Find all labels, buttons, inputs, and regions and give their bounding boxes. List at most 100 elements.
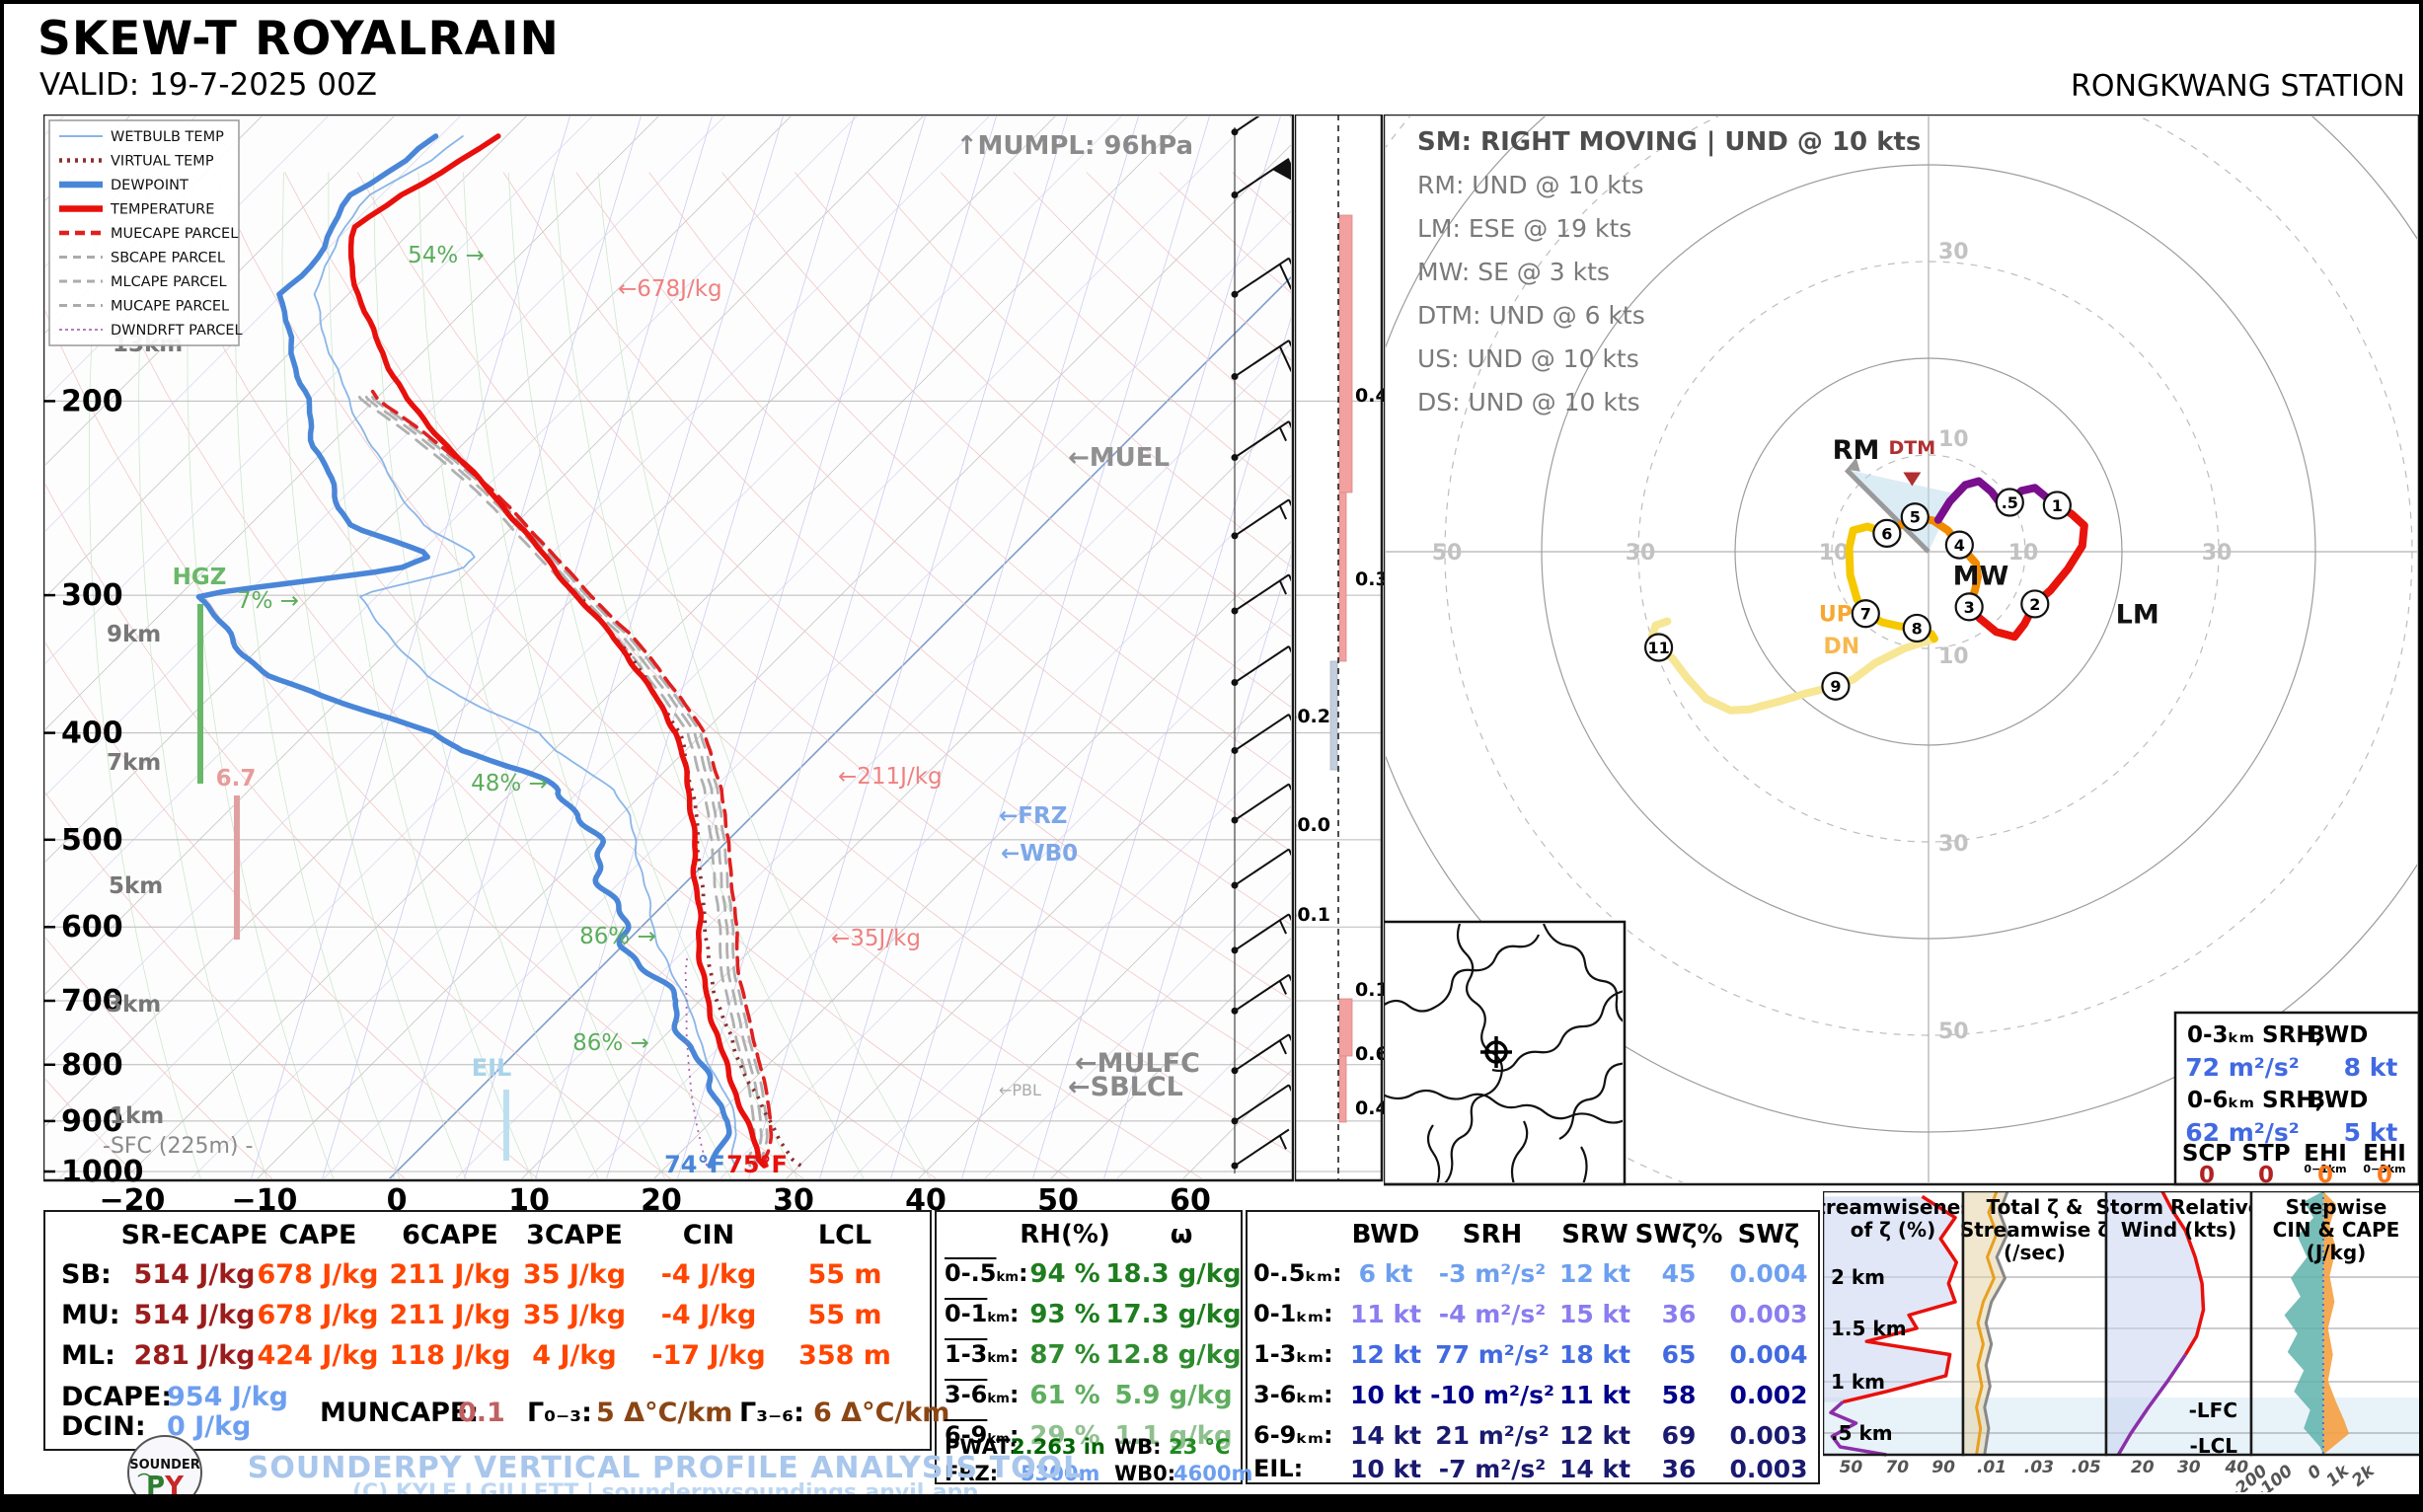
omega-bar (1329, 660, 1338, 771)
moisture-table (935, 1210, 1243, 1484)
legend-label: MLCAPE PARCEL (111, 274, 227, 290)
mw-label: MW (1953, 561, 2009, 591)
panel-tick-label: 20 (2131, 1458, 2155, 1477)
lapse-67-label: 6.7 (216, 766, 257, 792)
frz-label: ←FRZ (999, 803, 1067, 829)
legend-label: WETBULB TEMP (111, 129, 224, 145)
panel-title-line: Total ζ & (1987, 1195, 2083, 1219)
height-label: 9km (107, 622, 161, 647)
rm-label: RM (1833, 435, 1880, 466)
panel-tick-label: 30 (2177, 1458, 2201, 1477)
panel-tick-label: .05 (2072, 1458, 2101, 1477)
panel-title-line: Streamwise ζ (1960, 1218, 2109, 1242)
bwd-03-header: BWD (2309, 1022, 2369, 1048)
ring-label: 30 (1938, 832, 1969, 857)
hodo-marker-label: .5 (2002, 493, 2018, 512)
ring-label: 50 (1938, 1020, 1969, 1044)
mini-panel-1: Total ζ &Streamwise ζ(/sec) .01 .03 .05 (1960, 1191, 2109, 1477)
valid-time: VALID: 19-7-2025 00Z (39, 67, 377, 103)
panel-title-line: Stepwise (2286, 1195, 2387, 1219)
omega-value-label: 0.4 (1355, 1097, 1384, 1119)
ring-label: 50 (1432, 541, 1463, 566)
rh-86a-label: 86% → (579, 924, 656, 949)
sounderpy-analysis-page: SKEW-T ROYALRAIN VALID: 19-7-2025 00Z RO… (0, 0, 2423, 1512)
pressure-label: 500 (61, 823, 123, 858)
panel-ylabel: 2 km (1831, 1265, 1885, 1289)
hodo-marker-label: 11 (1647, 639, 1669, 657)
hgz-label: HGZ (173, 565, 227, 590)
sm-line-0: SM: RIGHT MOVING | UND @ 10 kts (1417, 127, 1921, 157)
panel-tick-label: 2k (2348, 1460, 2380, 1490)
cape-211-label: ←211J/kg (838, 764, 943, 790)
sfc-temp-f: 75°F (726, 1151, 788, 1178)
ring-label: 30 (1626, 541, 1656, 566)
omega-bar (1338, 1055, 1347, 1123)
panel-tick-label: 70 (1885, 1458, 1909, 1477)
map-inset (1384, 920, 1627, 1186)
hodo-marker-label: 3 (1964, 598, 1975, 617)
mini-panels: Streamwisenessof ζ (%) 2 km 1.5 km 1 km .5 k… (1823, 1191, 2419, 1492)
pressure-label: 400 (61, 717, 123, 751)
srh-bwd-box: 0-3ₖₘ SRH,BWD72 m²/s² 8 kt0-6ₖₘ SRH,BWD62… (2173, 1011, 2419, 1188)
legend-label: DWNDRFT PARCEL (111, 323, 243, 339)
sm-line-5: US: UND @ 10 kts (1417, 344, 1639, 373)
legend-label: MUCAPE PARCEL (111, 299, 229, 315)
omega-value-label: -0.0 (1295, 814, 1330, 836)
hodo-marker-label: 1 (2052, 496, 2063, 515)
sm-line-1: RM: UND @ 10 kts (1417, 171, 1644, 199)
thermo-table (43, 1210, 932, 1451)
height-label: 5km (109, 873, 163, 899)
ring-label: 10 (1938, 427, 1969, 452)
panel-title-line: (J/kg) (2307, 1241, 2367, 1264)
ring-label: 30 (2202, 541, 2233, 566)
hodo-marker-label: 7 (1860, 605, 1871, 624)
omega-value-label: 0.3 (1355, 568, 1384, 590)
pressure-label: 600 (61, 910, 123, 945)
sfc-dew-f: 74°F (664, 1151, 725, 1178)
sblcl-label: ←SBLCL (1068, 1072, 1183, 1102)
height-label: 7km (107, 750, 161, 776)
legend-label: MUECAPE PARCEL (111, 226, 238, 242)
panel-title-line: (/sec) (2004, 1241, 2066, 1264)
panel-tick-label: .01 (1977, 1458, 2007, 1477)
dn-label: DN (1823, 635, 1859, 659)
panel-title-line: CIN & CAPE (2273, 1218, 2400, 1242)
bwd-03-value: 8 kt (2344, 1053, 2398, 1082)
panel-title-line: of ζ (%) (1851, 1218, 1936, 1242)
skewt-legend: WETBULB TEMP VIRTUAL TEMP DEWPOINT TEMPERAT… (48, 119, 243, 346)
omega-bar (1338, 214, 1353, 493)
panel-tick-label: 90 (1931, 1458, 1955, 1477)
hodo-marker-label: 8 (1912, 619, 1923, 638)
panel-ylabel: 1.5 km (1831, 1317, 1907, 1340)
hodo-marker-label: 2 (2029, 595, 2040, 614)
muel-label: ←MUEL (1068, 443, 1170, 473)
mini-panel-2: Storm RelativeWind (kts)20 30 40-LFC-LCL (2096, 1191, 2262, 1477)
cape-678-label: ←678J/kg (618, 276, 722, 302)
hodograph-panel: 50 30 10 10 30 30 10 10 30 50 .5 1 2 3 4 56 7 8 9 11 RM DTM MW… (1384, 114, 2419, 1188)
height-label: 3km (107, 992, 161, 1018)
mini-panel-3: StepwiseCIN & CAPE(J/kg)-200-100 01k2k (2227, 1191, 2419, 1492)
hodo-marker-label: 6 (1881, 524, 1892, 543)
omega-value-label: 0.1 (1355, 979, 1384, 1001)
up-label: UP (1819, 603, 1853, 628)
station-name: RONGKWANG STATION (2071, 69, 2405, 104)
omega-value-label: -0.2 (1295, 706, 1330, 727)
mumpl-label: ↑MUMPL: 96hPa (956, 131, 1193, 161)
omega-value-label: 0.6 (1355, 1043, 1384, 1065)
sm-line-4: DTM: UND @ 6 kts (1417, 301, 1645, 330)
panel-title-line: Storm Relative (2096, 1195, 2262, 1219)
wb0-label: ←WB0 (1001, 841, 1078, 867)
logo-text-sounder: SOUNDER (129, 1458, 200, 1473)
panel-title-line: Wind (kts) (2121, 1218, 2236, 1242)
srh-03-value: 72 m²/s² (2185, 1053, 2299, 1082)
omega-profile-panel: 0.4 0.3 -0.2 -0.0 -0.1 0.1 0.6 0.4 (1295, 114, 1384, 1182)
srh-03-header: 0-3ₖₘ SRH, (2187, 1022, 2323, 1048)
pbl-label: ←PBL (999, 1081, 1041, 1099)
legend-label: TEMPERATURE (110, 202, 214, 218)
ring-label: 10 (1819, 541, 1850, 566)
bottom-bar (4, 1494, 2419, 1508)
panel-tick-label: 0 (2305, 1461, 2326, 1483)
rh-54-label: 54% → (408, 243, 485, 268)
panel-tick-label: 50 (1840, 1458, 1863, 1477)
srh-06-header: 0-6ₖₘ SRH, (2187, 1088, 2323, 1113)
